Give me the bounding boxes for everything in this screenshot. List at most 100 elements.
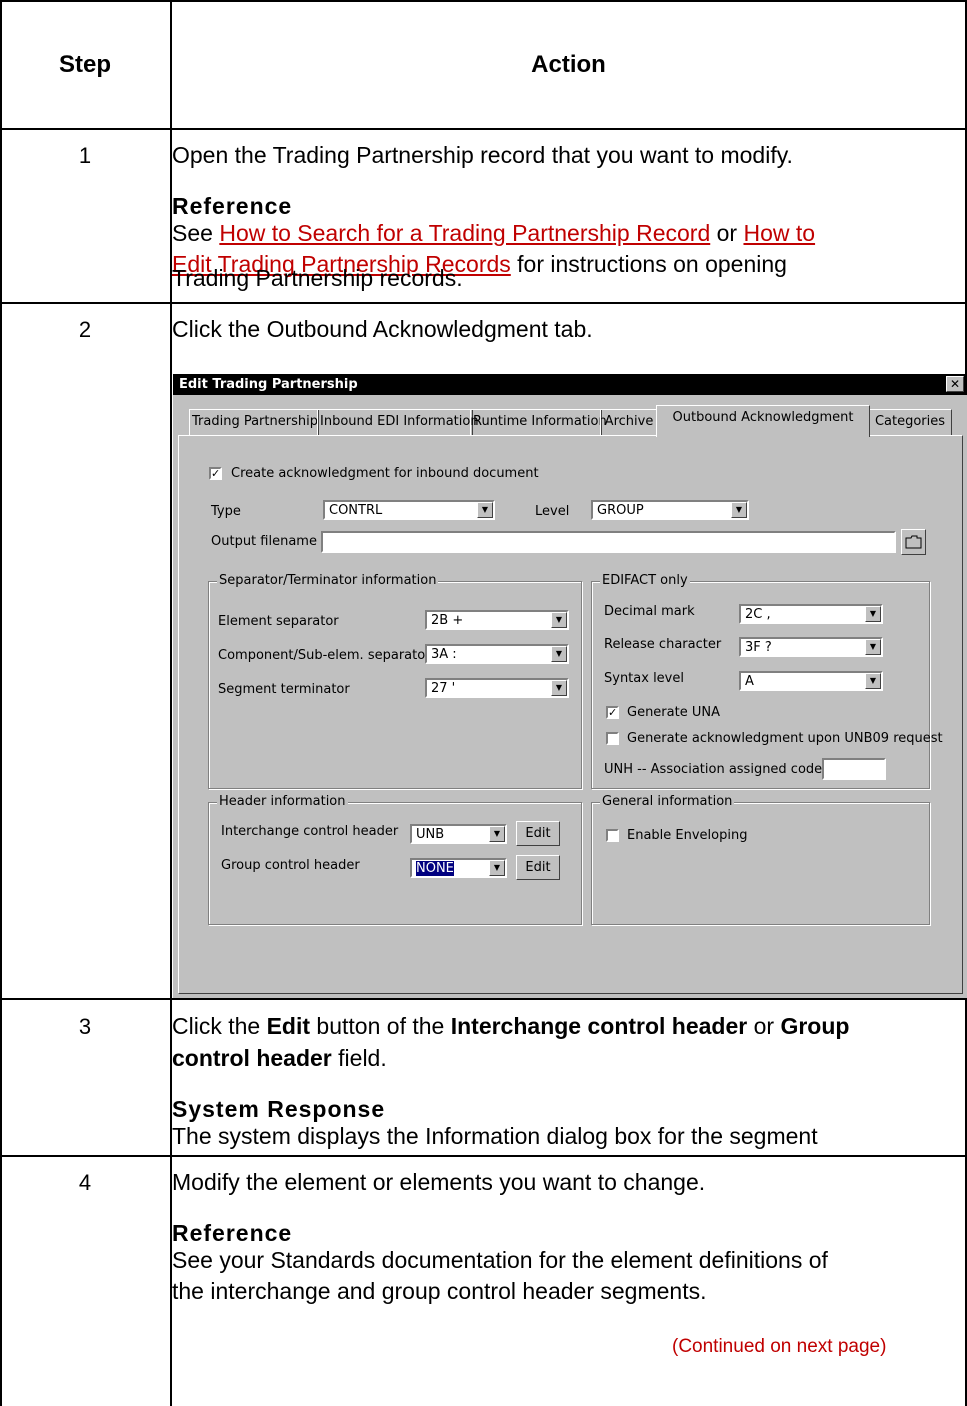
reference-text: See your Standards documentation for the… bbox=[172, 1247, 828, 1273]
continued-note: (Continued on next page) bbox=[672, 1336, 887, 1357]
tab-trading-partnership[interactable]: Trading Partnership bbox=[189, 409, 319, 436]
header-divider bbox=[0, 128, 967, 130]
edifact-group-title: EDIFACT only bbox=[600, 573, 690, 588]
decimal-mark-value: 2C , bbox=[745, 607, 771, 622]
syntax-level-label: Syntax level bbox=[604, 671, 684, 686]
component-separator-dropdown[interactable]: 3A : ▼ bbox=[425, 644, 569, 664]
tab-inbound-edi-information[interactable]: Inbound EDI Information bbox=[317, 409, 479, 436]
generate-una-label: Generate UNA bbox=[627, 705, 720, 720]
reference-heading: Reference bbox=[172, 1220, 293, 1246]
chevron-down-icon[interactable]: ▼ bbox=[551, 612, 567, 628]
dialog-title-bar: Edit Trading Partnership ✕ bbox=[173, 374, 967, 395]
column-header-action: Action bbox=[531, 51, 606, 78]
chevron-down-icon[interactable]: ▼ bbox=[731, 502, 747, 518]
segment-terminator-value: 27 ' bbox=[431, 681, 456, 696]
enable-enveloping-label: Enable Enveloping bbox=[627, 828, 748, 843]
text-fragment: or bbox=[747, 1013, 781, 1039]
header-information-group: Header information Interchange control h… bbox=[208, 794, 582, 925]
reference-mid: or bbox=[710, 220, 744, 246]
group-control-header-value: NONE bbox=[415, 860, 455, 877]
group-edit-button[interactable]: Edit bbox=[516, 855, 560, 880]
generate-ack-label: Generate acknowledgment upon UNB09 reque… bbox=[627, 731, 943, 746]
group-control-header-dropdown[interactable]: NONE ▼ bbox=[410, 858, 507, 878]
bold-edit: Edit bbox=[266, 1013, 311, 1039]
generate-ack-checkbox[interactable] bbox=[606, 732, 619, 745]
link-search-record[interactable]: How to Search for a Trading Partnership … bbox=[219, 220, 710, 246]
reference-prefix: See bbox=[172, 220, 220, 246]
header-group-title: Header information bbox=[217, 794, 348, 809]
unh-code-input[interactable] bbox=[822, 758, 886, 780]
decimal-mark-dropdown[interactable]: 2C , ▼ bbox=[739, 604, 883, 624]
link-edit-records[interactable]: How to bbox=[743, 220, 815, 246]
interchange-edit-button[interactable]: Edit bbox=[516, 821, 560, 846]
segment-terminator-dropdown[interactable]: 27 ' ▼ bbox=[425, 678, 569, 698]
step-text: Modify the element or elements you want … bbox=[172, 1169, 706, 1195]
text-fragment: Click the bbox=[172, 1013, 267, 1039]
level-label: Level bbox=[535, 504, 570, 519]
syntax-level-dropdown[interactable]: A ▼ bbox=[739, 671, 883, 691]
element-separator-dropdown[interactable]: 2B + ▼ bbox=[425, 610, 569, 630]
edifact-only-group: EDIFACT only Decimal mark 2C , ▼ Release… bbox=[591, 573, 943, 789]
general-group-title: General information bbox=[600, 794, 735, 809]
element-separator-value: 2B + bbox=[431, 613, 464, 628]
close-icon[interactable]: ✕ bbox=[946, 376, 964, 392]
decimal-mark-label: Decimal mark bbox=[604, 604, 695, 619]
tab-outbound-acknowledgment[interactable]: Outbound Acknowledgment bbox=[656, 405, 870, 437]
step-text: Click the Outbound Acknowledgment tab. bbox=[172, 316, 593, 342]
release-character-dropdown[interactable]: 3F ? ▼ bbox=[739, 637, 883, 657]
step-text-line2: control header field. bbox=[172, 1043, 387, 1074]
bold-interchange-header: Interchange control header bbox=[450, 1013, 748, 1039]
tab-categories[interactable]: Categories bbox=[868, 409, 952, 436]
row-divider bbox=[0, 998, 967, 1000]
group-control-header-label: Group control header bbox=[221, 858, 360, 873]
general-information-group: General information Enable Enveloping bbox=[591, 794, 930, 925]
enable-enveloping-checkbox[interactable] bbox=[606, 829, 619, 842]
chevron-down-icon[interactable]: ▼ bbox=[477, 502, 493, 518]
reference-text: See How to Search for a Trading Partners… bbox=[172, 218, 815, 249]
segment-terminator-label: Segment terminator bbox=[218, 682, 350, 697]
type-value: CONTRL bbox=[329, 503, 383, 518]
type-label: Type bbox=[211, 504, 241, 519]
chevron-down-icon[interactable]: ▼ bbox=[551, 680, 567, 696]
reference-text-line3: Trading Partnership records. bbox=[172, 265, 463, 291]
reference-suffix: for instructions on opening bbox=[510, 251, 787, 277]
tab-archive[interactable]: Archive bbox=[600, 409, 658, 436]
output-filename-input[interactable] bbox=[321, 531, 896, 553]
text-fragment: field. bbox=[331, 1045, 387, 1071]
generate-una-checkbox[interactable]: ✓ bbox=[606, 706, 619, 719]
step-number: 3 bbox=[78, 1014, 92, 1039]
unh-code-label: UNH -- Association assigned code bbox=[604, 762, 823, 777]
step-text: Open the Trading Partnership record that… bbox=[172, 142, 793, 168]
chevron-down-icon[interactable]: ▼ bbox=[865, 639, 881, 655]
output-filename-label: Output filename bbox=[211, 534, 317, 549]
tab-runtime-information[interactable]: Runtime Information bbox=[470, 409, 607, 436]
folder-icon bbox=[905, 535, 922, 549]
chevron-down-icon[interactable]: ▼ bbox=[865, 606, 881, 622]
chevron-down-icon[interactable]: ▼ bbox=[489, 826, 505, 842]
chevron-down-icon[interactable]: ▼ bbox=[489, 860, 505, 876]
edit-trading-partnership-dialog: Edit Trading Partnership ✕ Trading Partn… bbox=[173, 374, 967, 998]
step-number: 4 bbox=[78, 1170, 92, 1195]
row-divider bbox=[0, 1155, 967, 1157]
interchange-control-header-dropdown[interactable]: UNB ▼ bbox=[410, 824, 507, 844]
dialog-title: Edit Trading Partnership bbox=[179, 377, 358, 392]
outbound-ack-panel: ✓ Create acknowledgment for inbound docu… bbox=[178, 435, 963, 994]
level-dropdown[interactable]: GROUP ▼ bbox=[591, 500, 749, 520]
step-text: Click the Edit button of the Interchange… bbox=[172, 1011, 849, 1042]
system-response-text: The system displays the Information dial… bbox=[172, 1123, 818, 1149]
separator-group-title: Separator/Terminator information bbox=[217, 573, 439, 588]
interchange-control-header-label: Interchange control header bbox=[221, 824, 399, 839]
text-fragment: button of the bbox=[310, 1013, 451, 1039]
step-number: 1 bbox=[78, 143, 92, 168]
chevron-down-icon[interactable]: ▼ bbox=[865, 673, 881, 689]
browse-folder-button[interactable] bbox=[901, 529, 926, 555]
syntax-level-value: A bbox=[745, 674, 754, 689]
bold-group: Group bbox=[780, 1013, 850, 1039]
component-separator-value: 3A : bbox=[431, 647, 457, 662]
reference-text-line2: the interchange and group control header… bbox=[172, 1278, 707, 1304]
create-ack-checkbox[interactable]: ✓ bbox=[209, 467, 222, 480]
chevron-down-icon[interactable]: ▼ bbox=[551, 646, 567, 662]
release-character-label: Release character bbox=[604, 637, 722, 652]
reference-heading: Reference bbox=[172, 193, 293, 219]
type-dropdown[interactable]: CONTRL ▼ bbox=[323, 500, 495, 520]
